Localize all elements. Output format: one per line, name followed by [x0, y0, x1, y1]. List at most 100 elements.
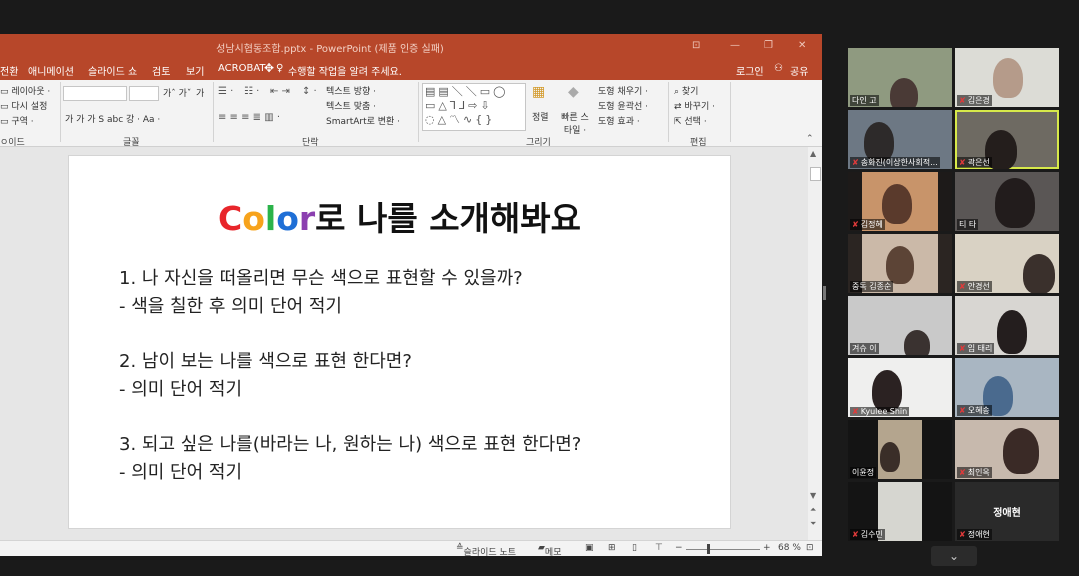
quick-styles-icon[interactable]: ◆ — [568, 84, 579, 100]
participant-name: ✘ 곽은선 — [957, 157, 992, 168]
participant-name-text: 이윤정 — [852, 468, 875, 477]
participant-tile[interactable]: ✘ Kyulee Shin — [848, 358, 952, 417]
participant-name-text: 곽은선 — [967, 158, 990, 167]
indent-icon[interactable]: ⇤ ⇥ — [270, 86, 290, 97]
participant-name: 중독 김종순 — [850, 281, 894, 292]
scroll-thumb[interactable] — [810, 167, 821, 181]
reset-button[interactable]: ▭ 다시 설정 — [0, 99, 47, 112]
scroll-down-icon[interactable]: ▼ — [810, 491, 816, 500]
participant-name: 티 타 — [957, 219, 979, 230]
question-3: 3. 되고 싶은 나를(바라는 나, 원하는 나) 색으로 표현 한다면? — [119, 434, 582, 455]
mic-muted-icon: ✘ — [959, 468, 966, 477]
person-icon: ⚇ — [774, 63, 783, 74]
font-size-box[interactable] — [129, 86, 159, 101]
replace-label: 바꾸기 · — [684, 102, 715, 112]
participant-tile[interactable]: 다인 고 — [848, 48, 952, 107]
chevron-down-icon[interactable]: ⌄ — [931, 546, 977, 566]
participant-name: ✘ 김정혜 — [850, 219, 885, 230]
bullets-icon[interactable]: ☰ · — [218, 86, 233, 97]
login-link[interactable]: 로그인 — [736, 63, 764, 78]
participant-video — [1023, 254, 1055, 293]
panel-splitter[interactable] — [823, 286, 826, 300]
comments-button[interactable]: ▰ 메모 — [538, 543, 561, 556]
notes-label: 슬라이드 노트 — [463, 548, 517, 556]
reading-view-icon[interactable]: ▯ — [632, 543, 637, 553]
slide-canvas[interactable]: Color로 나를 소개해봐요 1. 나 자신을 떠올리면 무슨 색으로 표현할… — [68, 155, 731, 529]
slideshow-view-icon[interactable]: ⊤ — [655, 543, 663, 553]
tab-transitions[interactable]: 전환 — [0, 63, 18, 78]
shapes-gallery[interactable]: ▤▤＼＼▭◯ ▭△⅂⅃⇨⇩ ◌△〽∿{} — [422, 83, 526, 131]
layout-button[interactable]: ▭ 레이아웃 · — [0, 84, 50, 97]
align-icons[interactable]: ≡ ≡ ≡ ≣ ▥ · — [218, 112, 280, 123]
participant-name-text: 안경선 — [967, 282, 990, 291]
font-name-box[interactable] — [63, 86, 127, 101]
clear-format-button[interactable]: 가 — [196, 86, 204, 99]
prev-slide-icon[interactable]: ⏶ — [810, 505, 816, 515]
tab-acrobat[interactable]: ACROBAT — [218, 63, 266, 74]
participant-tile[interactable]: ✘ 안경선 — [955, 234, 1059, 293]
vertical-scrollbar[interactable]: ▲ ▼ ⏶ ⏷ — [808, 147, 822, 540]
arrange-button[interactable]: 정렬 — [532, 110, 549, 123]
participant-name: ✘ 김수민 — [850, 529, 885, 540]
zoom-in-icon[interactable]: + — [763, 543, 771, 553]
zoom-slider-thumb[interactable] — [707, 544, 710, 554]
numbering-icon[interactable]: ☷ · — [244, 86, 259, 97]
title-letter-o2: o — [276, 199, 299, 238]
divider — [213, 82, 214, 142]
tell-me-box[interactable]: 수행할 작업을 알려 주세요. — [288, 63, 402, 78]
arrange-icon[interactable]: ▦ — [532, 84, 545, 100]
scroll-up-icon[interactable]: ▲ — [810, 149, 816, 158]
find-button[interactable]: ⌕ 찾기 — [674, 84, 698, 97]
smartart-button[interactable]: SmartArt로 변환 · — [326, 114, 400, 127]
restore-button[interactable]: ❐ — [764, 40, 773, 51]
select-button[interactable]: ⇱ 선택 · — [674, 114, 707, 127]
fit-to-window-icon[interactable]: ⊡ — [806, 543, 814, 553]
participant-tile[interactable]: ✘ 김수민 — [848, 482, 952, 541]
font-grow-shrink[interactable]: 가ˆ 가ˇ — [163, 86, 191, 99]
participant-name-text: 오혜송 — [967, 406, 990, 415]
text-direction-button[interactable]: 텍스트 방향 · — [326, 84, 376, 97]
participant-tile[interactable]: 이윤정 — [848, 420, 952, 479]
participant-tile[interactable]: ✘ 송화진(이상한사회적... — [848, 110, 952, 169]
participant-tile[interactable]: 중독 김종순 — [848, 234, 952, 293]
tab-slideshow[interactable]: 슬라이드 쇼 — [88, 63, 137, 78]
collapse-ribbon-icon[interactable]: ⌃ — [806, 134, 814, 144]
shape-fill-button[interactable]: 도형 채우기 · — [598, 84, 648, 97]
participant-tile[interactable]: ✘ 오혜송 — [955, 358, 1059, 417]
zoom-slider[interactable] — [686, 549, 760, 550]
shape-effects-button[interactable]: 도형 효과 · — [598, 114, 640, 127]
minimize-button[interactable]: — — [730, 40, 740, 51]
participant-video — [993, 58, 1023, 98]
replace-button[interactable]: ⇄ 바꾸기 · — [674, 99, 715, 112]
slide-sorter-icon[interactable]: ⊞ — [608, 543, 616, 553]
close-button[interactable]: ✕ — [798, 40, 806, 51]
participant-tile-no-video[interactable]: 정애현 ✘ 정애현 — [955, 482, 1059, 541]
tab-view[interactable]: 보기 — [186, 63, 204, 78]
participant-tile[interactable]: 티 타 — [955, 172, 1059, 231]
notes-button[interactable]: ≙ 슬라이드 노트 — [456, 543, 516, 556]
shape-outline-button[interactable]: 도형 윤곽선 · — [598, 99, 648, 112]
participant-name-text: 임 태리 — [967, 344, 993, 353]
participant-tile[interactable]: ✘ 김정혜 — [848, 172, 952, 231]
participant-tile[interactable]: ✘ 최인옥 — [955, 420, 1059, 479]
participant-tile[interactable]: ✘ 김은경 — [955, 48, 1059, 107]
section-button[interactable]: ▭ 구역 · — [0, 114, 34, 127]
zoom-level[interactable]: 68 % — [778, 543, 801, 553]
ribbon-display-options-icon[interactable]: ⊡ — [692, 40, 700, 51]
normal-view-icon[interactable]: ▣ — [585, 543, 594, 553]
quick-styles-button[interactable]: 빠른 스타일 · — [560, 110, 590, 136]
participant-tile[interactable]: 겨슈 이 — [848, 296, 952, 355]
next-slide-icon[interactable]: ⏷ — [810, 519, 816, 529]
tab-animations[interactable]: 애니메이션 — [28, 63, 74, 78]
font-style-buttons[interactable]: 가 가 가 S abc 강 · Aa · — [65, 112, 160, 125]
tab-review[interactable]: 검토 — [152, 63, 170, 78]
participant-tile[interactable]: ✘ 임 태리 — [955, 296, 1059, 355]
zoom-out-icon[interactable]: − — [675, 543, 683, 553]
participant-tile-active-speaker[interactable]: ✘ 곽은선 — [955, 110, 1059, 169]
participant-name-text: 겨슈 이 — [852, 344, 877, 353]
share-button[interactable]: 공유 — [790, 63, 808, 78]
participant-name: ✘ 정애현 — [957, 529, 992, 540]
align-text-button[interactable]: 텍스트 맞춤 · — [326, 99, 376, 112]
mic-muted-icon: ✘ — [852, 530, 859, 539]
line-spacing-icon[interactable]: ↕ · — [302, 86, 317, 97]
